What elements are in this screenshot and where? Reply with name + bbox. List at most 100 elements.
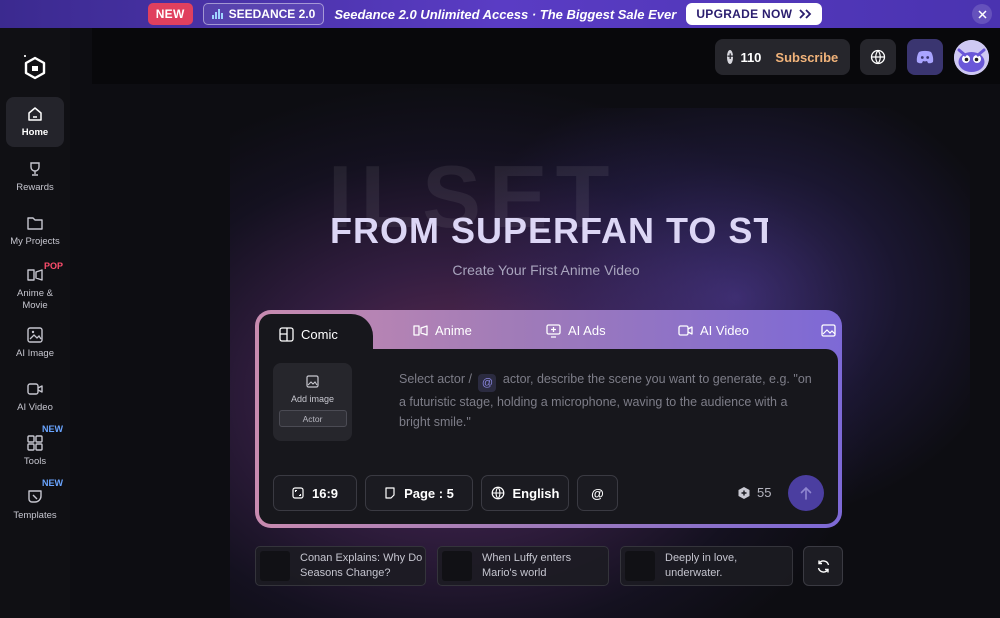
discord-button[interactable] bbox=[907, 39, 943, 75]
tab-ai-image[interactable] bbox=[821, 310, 836, 350]
suggestion-text: Conan Explains: Why Do Seasons Change? bbox=[300, 552, 423, 579]
video-icon bbox=[678, 324, 693, 336]
suggestion-chip[interactable]: Deeply in love, underwater. bbox=[620, 546, 793, 586]
sidebar-item-label: Home bbox=[21, 127, 49, 138]
video-icon bbox=[27, 383, 43, 395]
image-icon bbox=[27, 327, 43, 343]
avatar-mascot-icon bbox=[954, 40, 989, 75]
mention-button[interactable]: @ bbox=[577, 475, 618, 511]
suggestion-thumbnail bbox=[442, 551, 472, 581]
app-logo-icon[interactable] bbox=[22, 54, 48, 82]
page-count-value: Page : 5 bbox=[404, 485, 454, 501]
image-icon bbox=[821, 323, 836, 337]
at-icon: @ bbox=[591, 485, 604, 501]
product-name: SEEDANCE 2.0 bbox=[228, 7, 316, 21]
signal-bars-icon bbox=[211, 9, 223, 19]
sidebar-item-tools[interactable]: Tools NEW bbox=[6, 424, 64, 476]
template-icon bbox=[28, 490, 42, 503]
double-chevron-right-icon bbox=[799, 9, 812, 19]
sidebar-item-anime-movie[interactable]: Anime & Movie POP bbox=[6, 261, 64, 317]
credit-gem-icon bbox=[738, 486, 750, 499]
new-tag: NEW bbox=[42, 424, 63, 434]
film-icon bbox=[27, 269, 43, 281]
tab-label: AI Video bbox=[700, 322, 749, 338]
grid-icon bbox=[27, 435, 43, 451]
page-icon bbox=[385, 487, 395, 499]
cost-value: 55 bbox=[757, 485, 772, 500]
refresh-suggestions-button[interactable] bbox=[803, 546, 843, 586]
actor-button[interactable]: Actor bbox=[278, 410, 347, 427]
upgrade-label: UPGRADE NOW bbox=[696, 7, 793, 21]
hero-subheadline: Create Your First Anime Video bbox=[452, 262, 640, 278]
pop-tag: POP bbox=[44, 261, 64, 271]
discord-icon bbox=[916, 50, 934, 64]
hero-headline: FROM SUPERFAN TO STU bbox=[330, 210, 768, 251]
tab-ai-ads[interactable]: AI Ads bbox=[546, 310, 606, 350]
sidebar-item-label: My Projects bbox=[10, 236, 60, 247]
prompt-placeholder-start: Select actor / bbox=[399, 372, 472, 386]
tab-label: AI Ads bbox=[568, 322, 606, 338]
tab-comic[interactable]: Comic bbox=[259, 314, 373, 354]
promo-content: NEW SEEDANCE 2.0 Seedance 2.0 Unlimited … bbox=[147, 3, 823, 25]
sidebar-item-my-projects[interactable]: My Projects bbox=[6, 206, 64, 256]
sidebar-item-rewards[interactable]: Rewards bbox=[6, 152, 64, 202]
generate-button[interactable] bbox=[788, 475, 824, 511]
globe-icon bbox=[491, 486, 504, 500]
close-banner-button[interactable] bbox=[972, 4, 992, 24]
composer-tabs: Comic Anime AI Ads AI Video bbox=[255, 310, 842, 354]
tab-anime[interactable]: Anime bbox=[413, 310, 472, 350]
refresh-icon bbox=[817, 559, 829, 573]
credits-plus-icon: + bbox=[727, 50, 734, 64]
image-icon bbox=[306, 375, 319, 388]
suggestion-thumbnail bbox=[625, 551, 655, 581]
upgrade-now-button[interactable]: UPGRADE NOW bbox=[686, 3, 823, 25]
tab-label: Anime bbox=[435, 322, 472, 338]
suggestion-text: When Luffy enters Mario's world bbox=[482, 552, 572, 579]
user-avatar[interactable] bbox=[954, 40, 989, 75]
sidebar-item-label: Templates bbox=[13, 510, 57, 521]
subscribe-label: Subscribe bbox=[775, 49, 839, 65]
sidebar-item-label: AI Image bbox=[15, 348, 55, 359]
generation-cost: 55 bbox=[737, 485, 771, 500]
new-badge: NEW bbox=[147, 3, 193, 25]
main-content: + 110 Subscribe ILSET FROM SUPERFAN TO S… bbox=[70, 28, 1000, 618]
folder-icon bbox=[27, 217, 43, 230]
credits-subscribe-button[interactable]: + 110 Subscribe bbox=[715, 39, 850, 75]
ads-icon bbox=[546, 323, 561, 338]
new-tag: NEW bbox=[42, 478, 63, 488]
tab-label: Comic bbox=[301, 326, 338, 342]
product-badge[interactable]: SEEDANCE 2.0 bbox=[202, 3, 325, 25]
suggestion-text: Deeply in love, underwater. bbox=[665, 552, 738, 579]
language-select[interactable]: English bbox=[481, 475, 569, 511]
comic-icon bbox=[279, 326, 294, 342]
sidebar: Home Rewards My Projects Anime & Movie P… bbox=[0, 28, 70, 618]
suggestion-chip[interactable]: Conan Explains: Why Do Seasons Change? bbox=[255, 546, 426, 586]
tab-ai-video[interactable]: AI Video bbox=[678, 310, 749, 350]
page-count-button[interactable]: Page : 5 bbox=[365, 475, 473, 511]
composer-body: Add image Actor Select actor / @ actor, … bbox=[259, 349, 838, 524]
suggestion-chip[interactable]: When Luffy enters Mario's world bbox=[437, 546, 609, 586]
promo-banner: NEW SEEDANCE 2.0 Seedance 2.0 Unlimited … bbox=[0, 0, 1000, 28]
sidebar-item-label: Anime & Movie bbox=[17, 288, 53, 311]
language-button[interactable] bbox=[860, 39, 896, 75]
close-icon bbox=[977, 9, 987, 19]
sidebar-item-ai-video[interactable]: AI Video bbox=[6, 372, 64, 422]
aspect-ratio-icon bbox=[292, 487, 304, 499]
trophy-icon bbox=[30, 162, 40, 176]
language-value: English bbox=[512, 485, 560, 501]
sidebar-item-ai-image[interactable]: AI Image bbox=[6, 318, 64, 368]
prompt-input[interactable]: Select actor / @ actor, describe the sce… bbox=[399, 369, 819, 432]
add-image-button[interactable]: Add image Actor bbox=[273, 363, 352, 441]
at-mention-chip[interactable]: @ bbox=[478, 374, 497, 392]
composer-card: Comic Anime AI Ads AI Video Add image Ac… bbox=[255, 310, 842, 528]
aspect-ratio-button[interactable]: 16:9 bbox=[273, 475, 357, 511]
home-icon bbox=[28, 107, 42, 121]
sidebar-item-label: Rewards bbox=[16, 182, 54, 193]
globe-icon bbox=[870, 49, 886, 65]
sidebar-item-templates[interactable]: Templates NEW bbox=[6, 478, 64, 530]
film-icon bbox=[413, 324, 428, 336]
add-image-label: Add image bbox=[290, 394, 335, 404]
suggestion-thumbnail bbox=[260, 551, 290, 581]
sidebar-item-home[interactable]: Home bbox=[6, 97, 64, 147]
credits-count: 110 bbox=[740, 49, 762, 65]
